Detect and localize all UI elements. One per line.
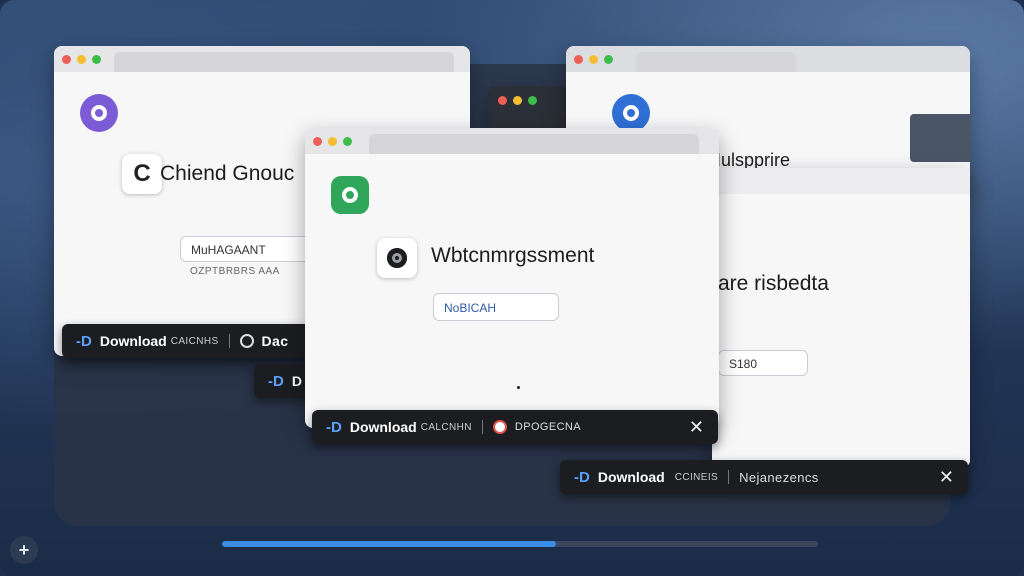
close-dot-icon[interactable] — [313, 137, 322, 146]
window-heading: are risbedta — [718, 272, 829, 295]
window-controls — [498, 96, 537, 105]
desktop-background: Iulspprire C Chiend Gnouc MuHAGAANT OZPT… — [0, 0, 1024, 576]
browser-window-right-front[interactable]: are risbedta S180 — [712, 168, 970, 468]
window-heading: Chiend Gnouc — [160, 162, 295, 185]
download-label: D — [291, 373, 302, 389]
download-label: Download — [597, 469, 665, 485]
text-input-field[interactable]: S180 — [718, 350, 808, 376]
progress-bar — [222, 541, 818, 547]
purple-circle-logo-icon — [80, 94, 118, 132]
text-input-field[interactable]: NoBICAH — [433, 293, 559, 321]
browser-tab[interactable] — [369, 134, 699, 154]
close-dot-icon[interactable] — [498, 96, 507, 105]
window-controls — [313, 137, 352, 146]
thumbnail-image — [910, 114, 970, 162]
download-arrow-icon: -D — [268, 372, 284, 390]
minimize-dot-icon[interactable] — [77, 55, 86, 64]
close-dot-icon[interactable] — [574, 55, 583, 64]
add-button[interactable]: + — [10, 536, 38, 564]
file-type-icon — [492, 420, 507, 434]
divider — [228, 334, 230, 348]
minimize-dot-icon[interactable] — [513, 96, 522, 105]
download-bar-left[interactable]: -D Download CAICNHS Dac — [62, 324, 314, 358]
download-arrow-icon: -D — [326, 418, 342, 436]
blue-circle-logo-icon — [612, 94, 650, 132]
download-bar-right[interactable]: -D Download CCINEIS Nejanezencs ✕ — [560, 460, 968, 494]
maximize-dot-icon[interactable] — [343, 137, 352, 146]
download-subtext: CCINEIS — [674, 471, 719, 483]
window-titlebar — [54, 46, 470, 72]
field-helper-text: OZPTBRBRS AAA — [190, 266, 280, 277]
file-type-icon — [239, 334, 254, 348]
download-label: Download — [349, 419, 417, 435]
text-input-field[interactable]: MuHAGAANT — [180, 236, 320, 262]
maximize-dot-icon[interactable] — [528, 96, 537, 105]
download-bar-center[interactable]: -D Download CALCNHN DPOGECNA ✕ — [312, 410, 718, 444]
close-icon[interactable]: ✕ — [689, 417, 704, 438]
download-subtext: CALCNHN — [420, 421, 472, 433]
divider — [728, 470, 730, 484]
maximize-dot-icon[interactable] — [604, 55, 613, 64]
green-circle-logo-icon — [331, 176, 369, 214]
download-label: Download — [99, 333, 167, 349]
window-titlebar — [712, 168, 970, 194]
maximize-dot-icon[interactable] — [92, 55, 101, 64]
download-file-name[interactable]: Nejanezencs — [739, 470, 819, 485]
minimize-dot-icon[interactable] — [589, 55, 598, 64]
divider — [481, 420, 483, 434]
browser-tab[interactable] — [636, 52, 796, 72]
close-dot-icon[interactable] — [62, 55, 71, 64]
window-controls — [574, 55, 613, 64]
window-controls — [62, 55, 101, 64]
progress-fill — [222, 541, 556, 547]
browser-tab[interactable] — [114, 52, 454, 72]
download-arrow-icon: -D — [76, 332, 92, 350]
window-titlebar — [566, 46, 970, 72]
download-file-name[interactable]: Dac — [262, 333, 289, 349]
download-arrow-icon: -D — [574, 468, 590, 486]
close-icon[interactable]: ✕ — [939, 467, 954, 488]
browser-window-center[interactable]: Wbtcnmrgssment NoBICAH — [305, 128, 719, 428]
camera-lens-icon — [377, 238, 417, 278]
download-file-name[interactable]: DPOGECNA — [515, 421, 581, 433]
window-heading: Wbtcnmrgssment — [431, 244, 595, 267]
download-subtext: CAICNHS — [170, 335, 219, 347]
minimize-dot-icon[interactable] — [328, 137, 337, 146]
window-titlebar — [305, 128, 719, 154]
app-letter-icon: C — [122, 154, 162, 194]
cursor-dot — [517, 386, 520, 389]
